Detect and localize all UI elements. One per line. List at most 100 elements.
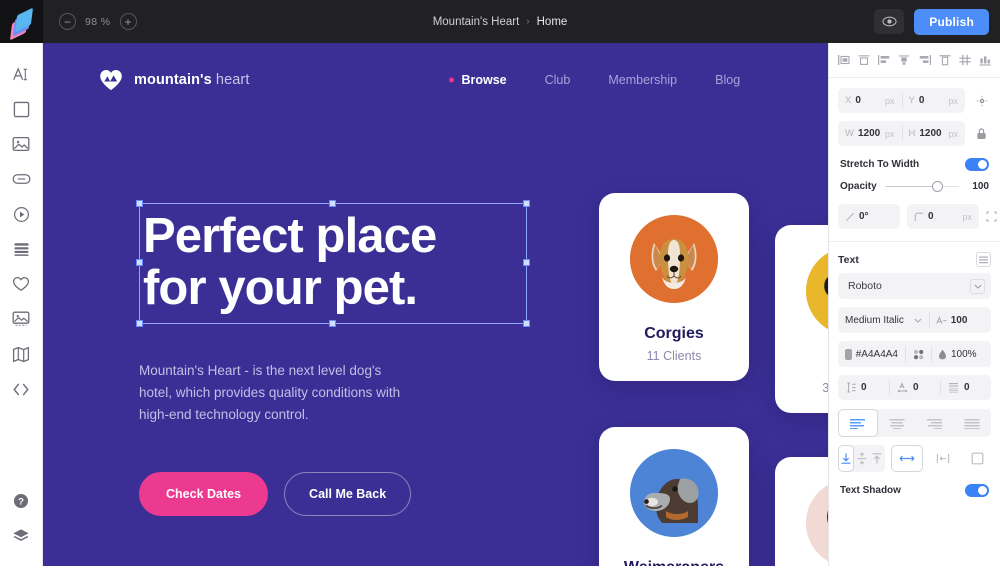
distribute-vertical-icon[interactable]	[978, 52, 993, 68]
hero-heading[interactable]: Perfect place for your pet.	[140, 210, 526, 315]
list-tool[interactable]	[4, 232, 38, 266]
opacity-slider[interactable]	[884, 181, 959, 192]
aspect-lock-button[interactable]	[972, 127, 991, 140]
text-icon	[12, 66, 27, 80]
text-align-right-icon[interactable]	[916, 409, 954, 437]
text-shadow-row: Text Shadow	[829, 480, 1000, 497]
paragraph-spacing-icon	[949, 383, 958, 393]
text-section-header: Text	[829, 242, 1000, 273]
button-tool[interactable]	[4, 162, 38, 196]
letter-spacing-field[interactable]: 0	[889, 375, 940, 400]
distribute-horizontal-icon[interactable]	[958, 52, 973, 68]
layers-button[interactable]	[4, 519, 38, 553]
resize-handle-middle-right[interactable]	[523, 259, 530, 267]
resize-handle-top-left[interactable]	[136, 200, 143, 207]
app-logo[interactable]	[0, 0, 43, 43]
valign-top-icon[interactable]	[870, 445, 885, 472]
breed-card-weimaraners[interactable]: Weimaraners 28 Clients	[599, 427, 749, 566]
nav-link-membership[interactable]: Membership	[608, 73, 715, 87]
opacity-slider-knob[interactable]	[931, 181, 943, 192]
resize-handle-top-center[interactable]	[329, 200, 336, 207]
text-align-left-icon[interactable]	[838, 409, 878, 437]
rectangle-tool[interactable]	[4, 92, 38, 126]
hero-buttons: Check Dates Call Me Back	[139, 472, 539, 517]
code-tool[interactable]	[4, 372, 38, 406]
align-center-horizontal-icon[interactable]	[856, 52, 871, 68]
resize-handle-middle-left[interactable]	[136, 259, 143, 267]
design-editor-app: − 98 % + Mountain's Heart › Home Publish	[0, 0, 1000, 566]
move-anchor-button[interactable]	[972, 95, 991, 107]
auto-width-icon[interactable]	[891, 445, 923, 472]
text-options-button[interactable]	[976, 252, 991, 267]
valign-middle-icon[interactable]	[854, 445, 869, 472]
color-swatch[interactable]	[845, 348, 852, 360]
rotation-field-group[interactable]: 0°	[838, 204, 900, 229]
fixed-size-icon[interactable]	[963, 445, 991, 472]
resize-handle-bottom-left[interactable]	[136, 319, 143, 327]
resize-handle-top-right[interactable]	[523, 200, 530, 207]
chevron-down-icon[interactable]	[970, 278, 985, 294]
width-field[interactable]: W 1200 px	[838, 121, 902, 146]
text-shadow-toggle[interactable]	[965, 484, 989, 497]
zoom-out-button[interactable]: −	[59, 13, 76, 30]
font-color-field[interactable]: #A4A4A4	[838, 341, 905, 367]
text-align-justify-icon[interactable]	[953, 409, 991, 437]
help-button[interactable]: ?	[4, 484, 38, 518]
design-canvas[interactable]: mountain's heart Browse Club Membership …	[43, 43, 828, 566]
publish-button[interactable]: Publish	[914, 8, 989, 35]
valign-bottom-icon[interactable]	[838, 445, 855, 472]
breadcrumb-project[interactable]: Mountain's Heart	[433, 16, 520, 28]
left-tool-rail: ?	[0, 43, 43, 566]
auto-height-icon[interactable]	[929, 445, 957, 472]
gallery-tool[interactable]	[4, 302, 38, 336]
line-height-field[interactable]: 0	[838, 375, 889, 400]
corner-radius-field[interactable]: 0 px	[907, 204, 979, 229]
zoom-in-button[interactable]: +	[119, 13, 137, 30]
align-left-icon[interactable]	[836, 52, 851, 68]
font-family-select[interactable]: Roboto	[838, 273, 991, 299]
gradient-button[interactable]	[905, 341, 931, 367]
paragraph-spacing-field[interactable]: 0	[940, 375, 991, 400]
rotation-radius-row: 0° 0 px	[838, 204, 997, 229]
align-bottom-icon[interactable]	[897, 52, 912, 68]
breed-card-corgies[interactable]: Corgies 11 Clients	[599, 193, 749, 381]
layers-icon	[13, 529, 29, 541]
y-field[interactable]: Y 0 px	[901, 88, 966, 113]
align-text-left-icon[interactable]	[877, 52, 892, 68]
x-field[interactable]: X 0 px	[838, 88, 902, 113]
x-unit: px	[884, 95, 895, 106]
site-brand-text: mountain's heart	[134, 72, 249, 88]
site-brand[interactable]: mountain's heart	[99, 69, 249, 91]
gradient-icon	[913, 349, 923, 359]
align-top-icon[interactable]	[937, 52, 952, 68]
radius-field-group[interactable]: 0 px	[907, 204, 979, 229]
hero-heading-selection[interactable]: Perfect place for your pet.	[136, 200, 530, 327]
left-rail-bottom: ?	[0, 484, 42, 554]
favorites-tool[interactable]	[4, 267, 38, 301]
font-size-field[interactable]: 100	[928, 307, 991, 333]
image-tool[interactable]	[4, 127, 38, 161]
resize-handle-bottom-right[interactable]	[523, 319, 530, 327]
breed-card-pugs[interactable]: Pugs 39 Clients	[775, 225, 828, 413]
stretch-to-width-toggle[interactable]	[965, 158, 989, 171]
hero-paragraph[interactable]: Mountain's Heart - is the next level dog…	[139, 360, 469, 426]
rotation-field[interactable]: 0°	[838, 204, 900, 229]
font-style-select[interactable]: Medium Italic	[838, 307, 929, 333]
text-tool[interactable]	[4, 57, 38, 91]
clip-content-button[interactable]	[986, 211, 997, 222]
map-tool[interactable]	[4, 337, 38, 371]
color-opacity-field[interactable]: 100%	[931, 341, 991, 367]
check-dates-button[interactable]: Check Dates	[139, 472, 269, 517]
preview-button[interactable]	[874, 9, 905, 34]
nav-link-club[interactable]: Club	[545, 73, 609, 87]
text-align-center-icon[interactable]	[878, 409, 916, 437]
height-field[interactable]: H 1200 px	[901, 121, 966, 146]
resize-handle-bottom-center[interactable]	[329, 319, 336, 327]
nav-link-blog[interactable]: Blog	[715, 73, 778, 87]
video-tool[interactable]	[4, 197, 38, 231]
align-right-icon[interactable]	[917, 52, 932, 68]
breed-card-terriers[interactable]: Terriers	[775, 457, 828, 566]
call-me-back-button[interactable]: Call Me Back	[284, 472, 412, 517]
breadcrumb-page[interactable]: Home	[537, 16, 568, 28]
nav-link-browse[interactable]: Browse	[461, 73, 544, 87]
